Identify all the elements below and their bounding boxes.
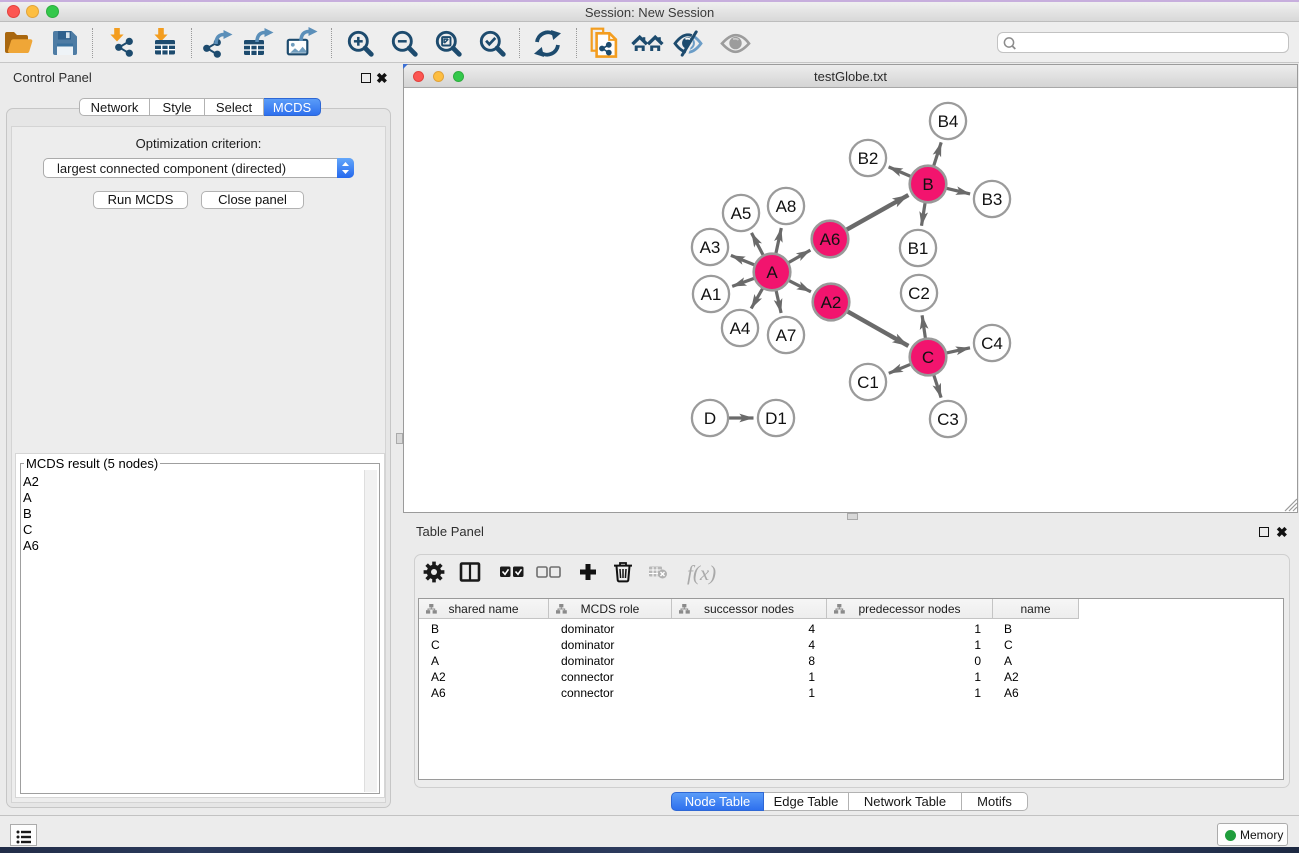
- svg-text:B2: B2: [858, 149, 879, 168]
- svg-text:A4: A4: [730, 319, 751, 338]
- svg-text:C3: C3: [937, 410, 959, 429]
- svg-text:C1: C1: [857, 373, 879, 392]
- svg-text:A2: A2: [821, 293, 842, 312]
- svg-text:D1: D1: [765, 409, 787, 428]
- svg-text:A6: A6: [820, 230, 841, 249]
- svg-text:B1: B1: [908, 239, 929, 258]
- svg-text:C2: C2: [908, 284, 930, 303]
- svg-text:A3: A3: [700, 238, 721, 257]
- svg-text:A: A: [766, 263, 778, 282]
- svg-text:f(x): f(x): [687, 561, 716, 585]
- svg-text:A8: A8: [776, 197, 797, 216]
- svg-text:D: D: [704, 409, 716, 428]
- svg-text:B: B: [922, 175, 933, 194]
- svg-text:B3: B3: [982, 190, 1003, 209]
- svg-text:C4: C4: [981, 334, 1003, 353]
- svg-text:A5: A5: [731, 204, 752, 223]
- svg-text:B4: B4: [938, 112, 959, 131]
- svg-text:C: C: [922, 348, 934, 367]
- svg-text:A1: A1: [701, 285, 722, 304]
- svg-text:A7: A7: [776, 326, 797, 345]
